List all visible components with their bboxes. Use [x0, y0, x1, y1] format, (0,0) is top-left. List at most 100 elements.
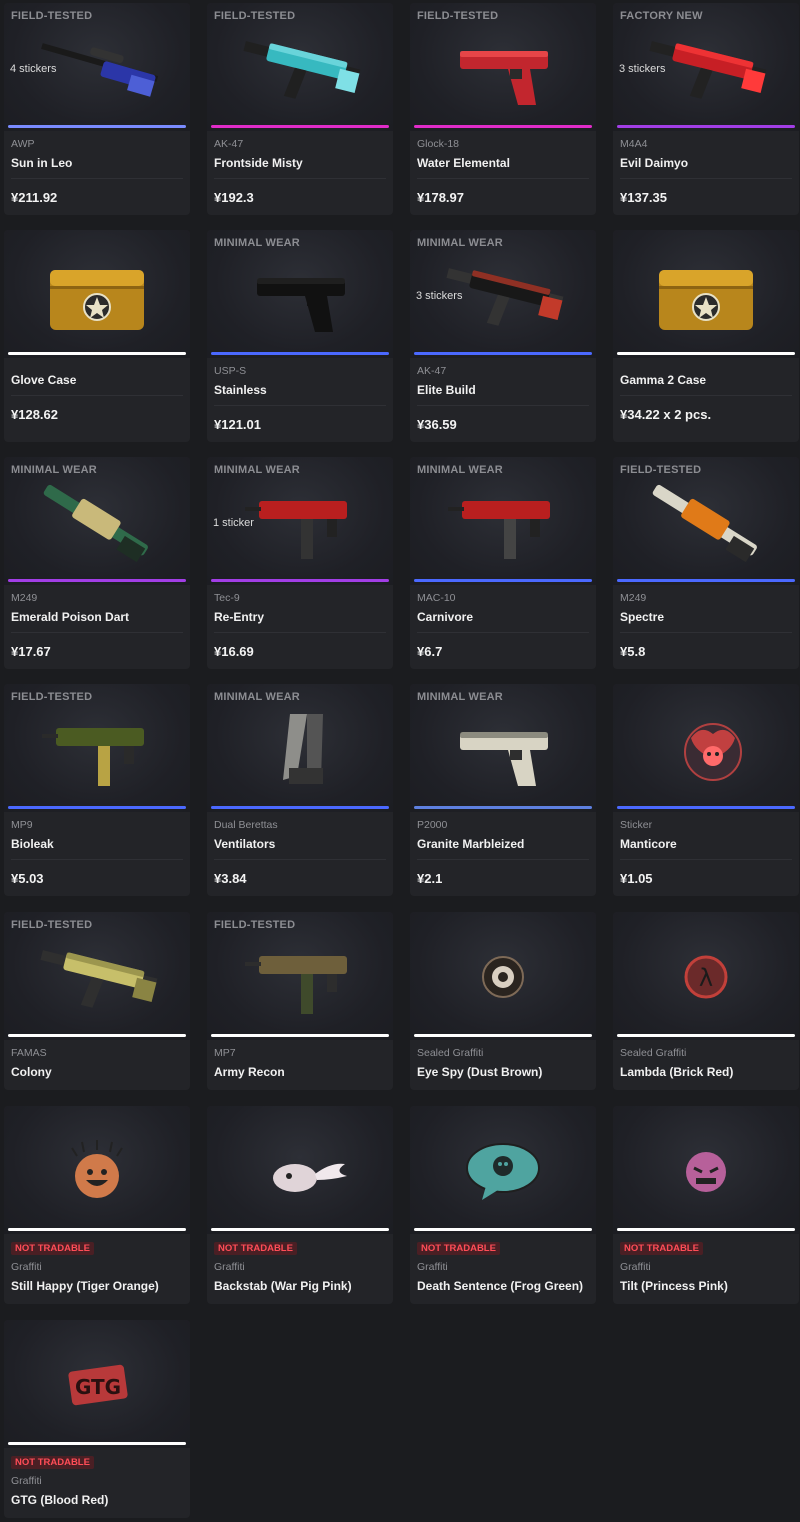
item-type: M4A4	[620, 138, 648, 150]
wear-label: MINIMAL WEAR	[11, 464, 97, 476]
inventory-item-card[interactable]: MINIMAL WEAR Dual Berettas Ventilators ¥3.8…	[207, 684, 393, 896]
graffiti-icon	[438, 934, 568, 1020]
item-price: ¥36.59	[417, 417, 457, 432]
wear-label: FIELD-TESTED	[214, 919, 296, 931]
inventory-item-card[interactable]: NOT TRADABLE Graffiti Tilt (Princess Pink)	[613, 1106, 799, 1304]
item-type: USP-S	[214, 365, 247, 377]
svg-text:λ: λ	[699, 964, 713, 992]
smg-icon	[235, 934, 365, 1020]
divider	[620, 178, 792, 179]
inventory-grid: FIELD-TESTED 4 stickers AWP Sun in Leo ¥211.…	[0, 0, 800, 1522]
rarity-bar	[617, 1228, 795, 1231]
inventory-item-card[interactable]: MINIMAL WEAR 3 stickers AK-47 Elite Build ¥3…	[410, 230, 596, 442]
item-type: FAMAS	[11, 1047, 47, 1059]
item-price: ¥128.62	[11, 407, 58, 422]
inventory-item-card[interactable]: NOT TRADABLE Graffiti Backstab (War Pig Pi…	[207, 1106, 393, 1304]
rarity-bar	[8, 352, 186, 355]
rarity-bar	[8, 125, 186, 128]
inventory-item-card[interactable]: FIELD-TESTED MP7 Army Recon	[207, 912, 393, 1090]
inventory-item-card[interactable]: MINIMAL WEAR USP-S Stainless ¥121.01	[207, 230, 393, 442]
rarity-bar	[414, 1034, 592, 1037]
smg-icon	[32, 706, 162, 792]
item-name: Stainless	[214, 383, 267, 397]
inventory-item-card[interactable]: FIELD-TESTED FAMAS Colony	[4, 912, 190, 1090]
inventory-item-card[interactable]: MINIMAL WEAR M249 Emerald Poison Dart ¥17.6…	[4, 457, 190, 669]
smg-icon	[235, 479, 365, 565]
item-name: Still Happy (Tiger Orange)	[11, 1279, 159, 1293]
sticker-count: 3 stickers	[416, 290, 463, 302]
machine-gun-icon	[32, 479, 162, 565]
wear-label: MINIMAL WEAR	[214, 691, 300, 703]
inventory-item-card[interactable]: GTG NOT TRADABLE Graffiti GTG (Blood Red)	[4, 1320, 190, 1518]
machine-gun-icon	[641, 479, 771, 565]
item-name: Carnivore	[417, 610, 474, 624]
wear-label: MINIMAL WEAR	[417, 691, 503, 703]
not-tradable-badge: NOT TRADABLE	[417, 1242, 500, 1255]
inventory-item-card[interactable]: Gamma 2 Case ¥34.22 x 2 pcs.	[613, 230, 799, 442]
inventory-item-card[interactable]: FIELD-TESTED 4 stickers AWP Sun in Leo ¥211.…	[4, 3, 190, 215]
inventory-item-card[interactable]: MINIMAL WEAR MAC-10 Carnivore ¥6.7	[410, 457, 596, 669]
pistol-icon	[438, 706, 568, 792]
inventory-item-card[interactable]: FIELD-TESTED Glock-18 Water Elemental ¥178.…	[410, 3, 596, 215]
inventory-item-card[interactable]: FIELD-TESTED M249 Spectre ¥5.8	[613, 457, 799, 669]
item-name: Evil Daimyo	[620, 156, 689, 170]
inventory-item-card[interactable]: MINIMAL WEAR 1 sticker Tec-9 Re-Entry ¥16.69	[207, 457, 393, 669]
item-name: Death Sentence (Frog Green)	[417, 1279, 584, 1293]
rarity-bar	[211, 1228, 389, 1231]
divider	[214, 178, 386, 179]
item-name: GTG (Blood Red)	[11, 1493, 109, 1507]
item-type: Graffiti	[11, 1475, 42, 1487]
sticker-count: 1 sticker	[213, 517, 254, 529]
inventory-item-card[interactable]: NOT TRADABLE Graffiti Still Happy (Tiger O…	[4, 1106, 190, 1304]
item-type: MP7	[214, 1047, 236, 1059]
inventory-item-card[interactable]: Sticker Manticore ¥1.05	[613, 684, 799, 896]
wear-label: FIELD-TESTED	[214, 10, 296, 22]
not-tradable-badge: NOT TRADABLE	[620, 1242, 703, 1255]
item-name: Elite Build	[417, 383, 476, 397]
rarity-bar	[211, 579, 389, 582]
item-type: Graffiti	[11, 1261, 42, 1273]
inventory-item-card[interactable]: FIELD-TESTED AK-47 Frontside Misty ¥192.3	[207, 3, 393, 215]
wear-label: FIELD-TESTED	[11, 10, 93, 22]
item-name: Ventilators	[214, 837, 276, 851]
rarity-bar	[617, 806, 795, 809]
dual-pistols-icon	[235, 706, 365, 792]
divider	[620, 859, 792, 860]
divider	[214, 405, 386, 406]
item-price: ¥211.92	[11, 190, 58, 205]
rarity-bar	[8, 1442, 186, 1445]
rarity-bar	[211, 1034, 389, 1037]
rarity-bar	[617, 125, 795, 128]
not-tradable-badge: NOT TRADABLE	[214, 1242, 297, 1255]
divider	[620, 632, 792, 633]
inventory-item-card[interactable]: Sealed Graffiti Eye Spy (Dust Brown)	[410, 912, 596, 1090]
inventory-item-card[interactable]: Glove Case ¥128.62	[4, 230, 190, 442]
divider	[417, 405, 589, 406]
item-name: Eye Spy (Dust Brown)	[417, 1065, 543, 1079]
inventory-item-card[interactable]: FACTORY NEW 3 stickers M4A4 Evil Daimyo ¥137…	[613, 3, 799, 215]
item-type: M249	[11, 592, 38, 604]
item-price: ¥1.05	[620, 871, 653, 886]
item-name: Emerald Poison Dart	[11, 610, 130, 624]
inventory-item-card[interactable]: NOT TRADABLE Graffiti Death Sentence (Frog…	[410, 1106, 596, 1304]
rarity-bar	[617, 352, 795, 355]
wear-label: FIELD-TESTED	[620, 464, 702, 476]
item-type: Sticker	[620, 819, 653, 831]
divider	[620, 395, 792, 396]
divider	[417, 859, 589, 860]
rarity-bar	[8, 1228, 186, 1231]
inventory-item-card[interactable]: λ Sealed Graffiti Lambda (Brick Red)	[613, 912, 799, 1090]
item-price: ¥34.22 x 2 pcs.	[620, 407, 712, 422]
inventory-item-card[interactable]: MINIMAL WEAR P2000 Granite Marbleized ¥2.1	[410, 684, 596, 896]
item-type: Glock-18	[417, 138, 460, 150]
item-name: Frontside Misty	[214, 156, 303, 170]
item-type: M249	[620, 592, 647, 604]
rifle-icon	[235, 25, 365, 111]
wear-label: FIELD-TESTED	[11, 919, 93, 931]
item-price: ¥16.69	[214, 644, 254, 659]
not-tradable-badge: NOT TRADABLE	[11, 1242, 94, 1255]
svg-text:GTG: GTG	[75, 1375, 121, 1399]
item-type: AK-47	[417, 365, 447, 377]
divider	[11, 178, 183, 179]
inventory-item-card[interactable]: FIELD-TESTED MP9 Bioleak ¥5.03	[4, 684, 190, 896]
